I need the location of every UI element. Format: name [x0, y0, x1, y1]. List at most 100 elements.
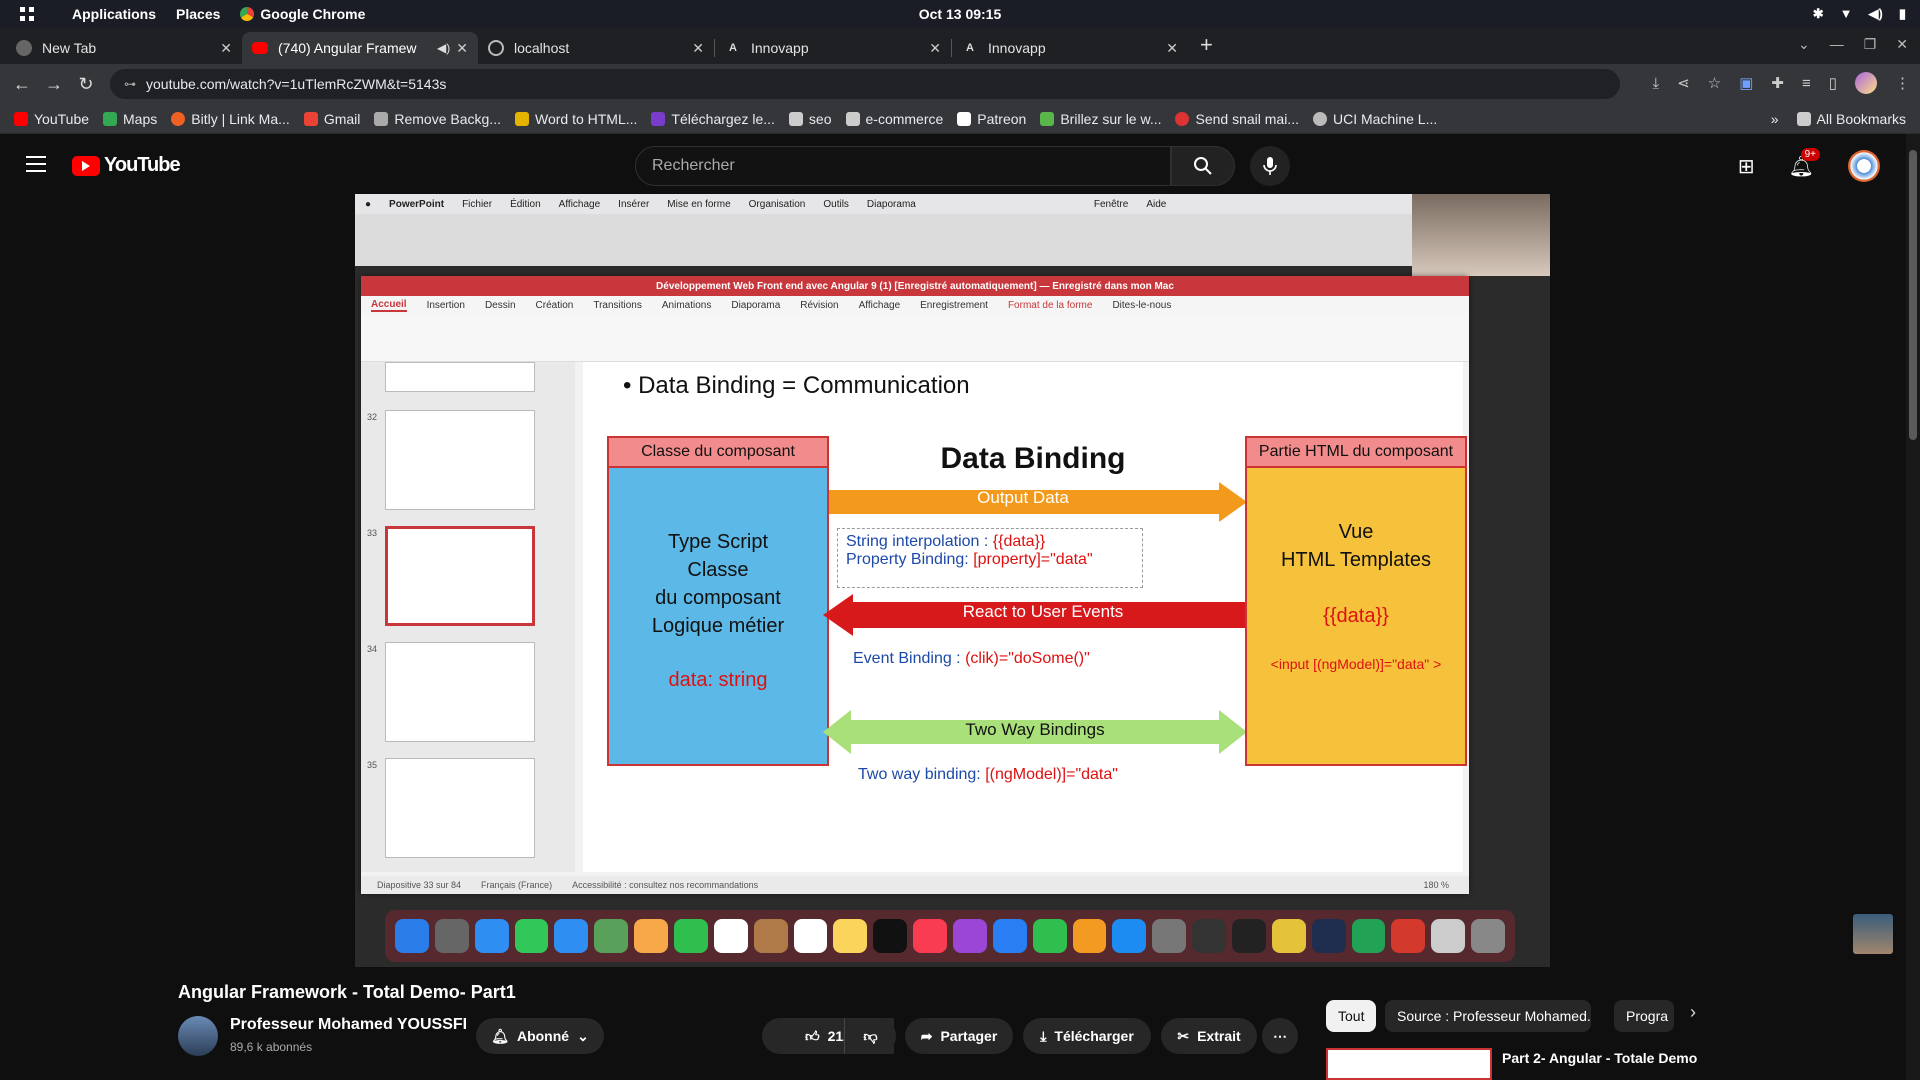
tab-new-tab[interactable]: New Tab ✕: [6, 32, 242, 64]
bookmark-star-icon[interactable]: ☆: [1708, 74, 1721, 92]
bookmark-brillez[interactable]: Brillez sur le w...: [1040, 111, 1161, 127]
status-accessibility: Accessibilité : consultez nos recommanda…: [572, 880, 759, 890]
tab-search-icon[interactable]: ⌄: [1798, 36, 1810, 53]
close-icon[interactable]: ✕: [1166, 40, 1178, 57]
places-menu[interactable]: Places: [176, 6, 220, 22]
all-bookmarks-button[interactable]: All Bookmarks: [1796, 111, 1906, 127]
trash-icon: [1471, 919, 1506, 953]
bookmark-word-to-html[interactable]: Word to HTML...: [514, 111, 637, 127]
youtube-logo[interactable]: YouTube: [72, 154, 181, 177]
menu-hamburger-icon[interactable]: [26, 156, 46, 177]
bluetooth-icon: ✱: [1812, 6, 1824, 21]
chip-programming[interactable]: Progra: [1614, 1000, 1674, 1032]
reload-icon[interactable]: ↻: [70, 74, 102, 95]
channel-name[interactable]: Professeur Mohamed YOUSSFI: [230, 1016, 467, 1034]
extensions-icon[interactable]: ✚: [1771, 74, 1784, 92]
ppt-tab: Transitions: [593, 299, 642, 311]
mac-menu-item: Édition: [510, 198, 541, 210]
site-info-icon[interactable]: ⊶: [124, 77, 136, 91]
app-menu-chrome[interactable]: Google Chrome: [240, 6, 365, 22]
reading-list-icon[interactable]: ≡: [1802, 75, 1811, 92]
video-player[interactable]: ● PowerPoint Fichier Édition Affichage I…: [355, 194, 1550, 967]
system-tray[interactable]: ✱ ▼ ◀) ▮: [1813, 6, 1906, 22]
bookmark-patreon[interactable]: Patreon: [957, 111, 1026, 127]
floating-avatar[interactable]: [1853, 914, 1893, 954]
translate-icon[interactable]: ▣: [1739, 74, 1753, 92]
channel-avatar[interactable]: [178, 1016, 218, 1056]
notifications-button[interactable]: 🔔︎ 9+: [1789, 147, 1821, 179]
logo-text: YouTube: [104, 154, 181, 176]
recommended-thumbnail[interactable]: [1326, 1048, 1492, 1080]
close-icon[interactable]: ✕: [929, 40, 941, 57]
close-icon[interactable]: ✕: [456, 40, 468, 57]
bookmark-folder-ecommerce[interactable]: e-commerce: [845, 111, 943, 127]
bookmark-gmail[interactable]: Gmail: [303, 111, 360, 127]
side-panel-icon[interactable]: ▯: [1829, 74, 1837, 92]
ppt-tab: Enregistrement: [920, 299, 988, 311]
bookmarks-overflow-button[interactable]: »: [1771, 111, 1779, 127]
ppt-tab: Révision: [800, 299, 839, 311]
subscribed-button[interactable]: 🔔︎ Abonné ⌄: [476, 1018, 604, 1054]
activities-grid-icon[interactable]: [20, 7, 34, 21]
tab-innovapp-2[interactable]: A Innovapp ✕: [952, 32, 1188, 64]
restore-icon[interactable]: ❐: [1864, 36, 1877, 53]
class-box-line: Classe: [687, 559, 749, 581]
voice-search-button[interactable]: [1250, 146, 1290, 186]
bookmark-uci[interactable]: UCI Machine L...: [1312, 111, 1437, 127]
create-video-icon[interactable]: ⊞: [1738, 154, 1755, 179]
close-window-icon[interactable]: ✕: [1896, 36, 1908, 53]
close-icon[interactable]: ✕: [692, 40, 704, 57]
install-icon[interactable]: ⤓: [1653, 75, 1660, 92]
download-button[interactable]: ⤓ Télécharger: [1023, 1018, 1151, 1054]
profile-avatar[interactable]: [1855, 72, 1877, 94]
more-actions-button[interactable]: ⋯: [1262, 1018, 1298, 1054]
ppt-tab: Format de la forme: [1007, 299, 1093, 311]
minimize-icon[interactable]: —: [1830, 36, 1844, 53]
bookmark-youtube[interactable]: YouTube: [14, 111, 89, 127]
account-avatar[interactable]: [1848, 150, 1880, 182]
microphone-icon: [1263, 157, 1277, 175]
notes-icon: [833, 919, 868, 953]
dislike-button[interactable]: 👎︎: [844, 1018, 896, 1054]
bookmark-folder-seo[interactable]: seo: [788, 111, 832, 127]
slide-thumbnail: [385, 642, 535, 742]
close-icon[interactable]: ✕: [220, 40, 232, 57]
applications-menu[interactable]: Applications: [72, 6, 156, 22]
globe-icon: [1312, 111, 1327, 126]
search-button[interactable]: [1171, 146, 1235, 186]
tab-localhost[interactable]: localhost ✕: [478, 32, 714, 64]
slide-number: 32: [367, 412, 378, 422]
audio-icon[interactable]: ◀): [437, 41, 450, 55]
search-input[interactable]: Rechercher: [635, 146, 1171, 186]
tab-youtube[interactable]: (740) Angular Framew ◀) ✕: [242, 32, 478, 64]
scrollbar-thumb[interactable]: [1909, 150, 1917, 440]
chevron-right-icon[interactable]: ›: [1690, 1002, 1696, 1023]
bookmark-snail-mail[interactable]: Send snail mai...: [1175, 111, 1299, 127]
bookmark-maps[interactable]: Maps: [103, 111, 157, 127]
chip-all[interactable]: Tout: [1326, 1000, 1377, 1032]
mac-menu-item: Aide: [1146, 198, 1167, 210]
clip-button[interactable]: ✂ Extrait: [1161, 1018, 1257, 1054]
menu-kebab-icon[interactable]: ⋮: [1895, 74, 1910, 92]
share-button[interactable]: ➦ Partager: [905, 1018, 1013, 1054]
recommended-title[interactable]: Part 2- Angular - Totale Demo: [1502, 1050, 1697, 1066]
forward-icon[interactable]: →: [38, 74, 70, 95]
tab-title: Innovapp: [751, 40, 809, 56]
chip-source[interactable]: Source : Professeur Mohamed...: [1385, 1000, 1591, 1032]
bookmark-label: Send snail mai...: [1195, 110, 1299, 127]
tab-title: localhost: [514, 40, 570, 56]
mac-dock: [385, 910, 1515, 962]
wifi-icon: ▼: [1839, 6, 1853, 21]
clock[interactable]: Oct 13 09:15: [919, 6, 1002, 22]
address-bar[interactable]: ⊶ youtube.com/watch?v=1uTlemRcZWM&t=5143…: [110, 69, 1620, 99]
tab-innovapp-1[interactable]: A Innovapp ✕: [715, 32, 951, 64]
ppt-tab: Dites-le-nous: [1112, 299, 1172, 311]
bookmark-bitly[interactable]: Bitly | Link Ma...: [171, 111, 290, 127]
new-tab-button[interactable]: +: [1200, 32, 1213, 58]
slide-number: 34: [367, 644, 378, 654]
share-icon[interactable]: ⋖: [1677, 74, 1690, 92]
bookmark-remove-bg[interactable]: Remove Backg...: [374, 111, 501, 127]
ppt-tab: Création: [535, 299, 574, 311]
bookmark-telechargez[interactable]: Téléchargez le...: [651, 111, 775, 127]
back-icon[interactable]: ←: [6, 74, 38, 95]
